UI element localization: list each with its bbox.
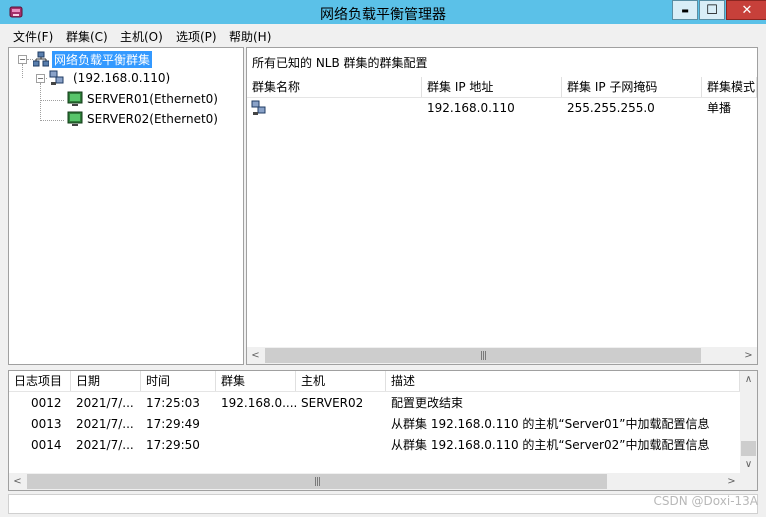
close-button[interactable]: ✕: [726, 0, 766, 20]
scroll-left-button[interactable]: <: [247, 347, 264, 364]
log-description: 配置更改结束: [391, 396, 464, 410]
log-row[interactable]: 0012 2021/7/... 17:25:03 192.168.0.... S…: [9, 394, 740, 414]
column-header-host[interactable]: 主机: [296, 371, 386, 391]
chevron-left-icon: <: [251, 350, 260, 361]
column-header-cluster-mode[interactable]: 群集模式: [702, 77, 757, 97]
menu-file[interactable]: 文件(F): [13, 28, 53, 45]
log-date: 2021/7/...: [76, 396, 134, 410]
column-header-cluster-ip[interactable]: 群集 IP 地址: [422, 77, 562, 97]
column-header-time[interactable]: 时间: [141, 371, 216, 391]
log-time: 17:25:03: [146, 396, 200, 410]
tree-cluster-label: (192.168.0.110): [73, 71, 171, 85]
scrollbar-thumb[interactable]: |||: [27, 474, 607, 489]
log-row[interactable]: 0013 2021/7/... 17:29:49 从群集 192.168.0.1…: [9, 415, 740, 435]
log-date: 2021/7/...: [76, 417, 134, 431]
scrollbar-thumb[interactable]: |||: [265, 348, 701, 363]
cluster-tree-pane[interactable]: − 网络负载平衡群集 − (192.168.0.110) SERVER01(Et…: [8, 47, 244, 365]
log-date: 2021/7/...: [76, 438, 134, 452]
log-id: 0012: [31, 396, 62, 410]
server-host-icon: [67, 91, 83, 106]
chevron-up-icon: ∧: [744, 374, 753, 385]
scroll-down-button[interactable]: ∨: [740, 456, 757, 473]
table-row[interactable]: 192.168.0.110 255.255.255.0 单播: [247, 99, 757, 117]
maximize-button[interactable]: ☐: [699, 0, 725, 20]
menu-help[interactable]: 帮助(H): [229, 28, 271, 45]
tree-root-label: 网络负载平衡群集: [52, 50, 153, 68]
cell-subnet-mask: 255.255.255.0: [567, 101, 655, 115]
scroll-right-button[interactable]: >: [723, 473, 740, 490]
column-header-cluster[interactable]: 群集: [216, 371, 296, 391]
scroll-up-button[interactable]: ∧: [740, 371, 757, 388]
vertical-scrollbar[interactable]: ∧ ∨: [740, 371, 757, 473]
log-pane[interactable]: 日志项目 日期 时间 群集 主机 描述 0012 2021/7/... 17:2…: [8, 370, 758, 491]
nlb-manager-window: 网络负载平衡管理器 ▬ ☐ ✕ 文件(F) 群集(C) 主机(O) 选项(P) …: [0, 0, 766, 517]
log-description: 从群集 192.168.0.110 的主机“Server02”中加载配置信息: [391, 438, 710, 452]
tree-host-server02[interactable]: SERVER02(Ethernet0): [67, 110, 218, 128]
tree-cluster-node[interactable]: (192.168.0.110): [49, 69, 170, 87]
chevron-down-icon: ∨: [744, 459, 753, 470]
pane-caption: 所有已知的 NLB 群集的群集配置: [252, 56, 428, 70]
chevron-right-icon: >: [744, 350, 753, 361]
column-header-description[interactable]: 描述: [386, 371, 740, 391]
log-time: 17:29:49: [146, 417, 200, 431]
chevron-left-icon: <: [13, 476, 22, 487]
scroll-right-button[interactable]: >: [740, 347, 757, 364]
cell-cluster-ip: 192.168.0.110: [427, 101, 515, 115]
horizontal-scrollbar[interactable]: < ||| >: [247, 347, 757, 364]
menu-options[interactable]: 选项(P): [176, 28, 217, 45]
tree-host-server01[interactable]: SERVER01(Ethernet0): [67, 90, 218, 108]
log-horizontal-scrollbar[interactable]: < ||| >: [9, 473, 757, 490]
vertical-scrollbar-thumb[interactable]: [741, 441, 756, 456]
maximize-icon: ☐: [706, 2, 718, 18]
close-icon: ✕: [741, 2, 753, 18]
tree-host-label: SERVER01(Ethernet0): [87, 92, 218, 106]
log-host: SERVER02: [301, 396, 364, 410]
menu-cluster[interactable]: 群集(C): [66, 28, 108, 45]
log-id: 0013: [31, 417, 62, 431]
chevron-right-icon: >: [727, 476, 736, 487]
log-description: 从群集 192.168.0.110 的主机“Server01”中加载配置信息: [391, 417, 710, 431]
menu-bar: 文件(F) 群集(C) 主机(O) 选项(P) 帮助(H): [0, 25, 766, 45]
tree-collapse-root[interactable]: −: [18, 55, 27, 64]
log-id: 0014: [31, 438, 62, 452]
cluster-servers-icon: [49, 70, 64, 85]
scroll-left-button[interactable]: <: [9, 473, 26, 490]
watermark-text: CSDN @Doxi-13A: [653, 494, 758, 508]
grip-icon: |||: [313, 476, 321, 487]
column-header-cluster-name[interactable]: 群集名称: [247, 77, 422, 97]
cluster-config-pane[interactable]: 所有已知的 NLB 群集的群集配置 群集名称 群集 IP 地址 群集 IP 子网…: [246, 47, 758, 365]
log-cluster: 192.168.0....: [221, 396, 298, 410]
tree-root-node[interactable]: 网络负载平衡群集: [33, 50, 153, 68]
tree-host-label: SERVER02(Ethernet0): [87, 112, 218, 126]
status-bar: [8, 494, 758, 514]
cell-cluster-mode: 单播: [707, 101, 732, 115]
log-row[interactable]: 0014 2021/7/... 17:29:50 从群集 192.168.0.1…: [9, 436, 740, 456]
grip-icon: |||: [479, 350, 487, 361]
title-bar[interactable]: 网络负载平衡管理器 ▬ ☐ ✕: [0, 0, 766, 24]
tree-collapse-cluster[interactable]: −: [36, 74, 45, 83]
column-header-log-id[interactable]: 日志项目: [9, 371, 71, 391]
cluster-servers-icon: [251, 100, 266, 115]
column-header-date[interactable]: 日期: [71, 371, 141, 391]
column-header-subnet-mask[interactable]: 群集 IP 子网掩码: [562, 77, 702, 97]
server-host-icon: [67, 111, 83, 126]
log-time: 17:29:50: [146, 438, 200, 452]
minimize-button[interactable]: ▬: [672, 0, 698, 20]
minimize-icon: ▬: [681, 5, 689, 15]
network-cluster-icon: [33, 51, 49, 67]
menu-host[interactable]: 主机(O): [120, 28, 163, 45]
window-title: 网络负载平衡管理器: [320, 7, 446, 23]
